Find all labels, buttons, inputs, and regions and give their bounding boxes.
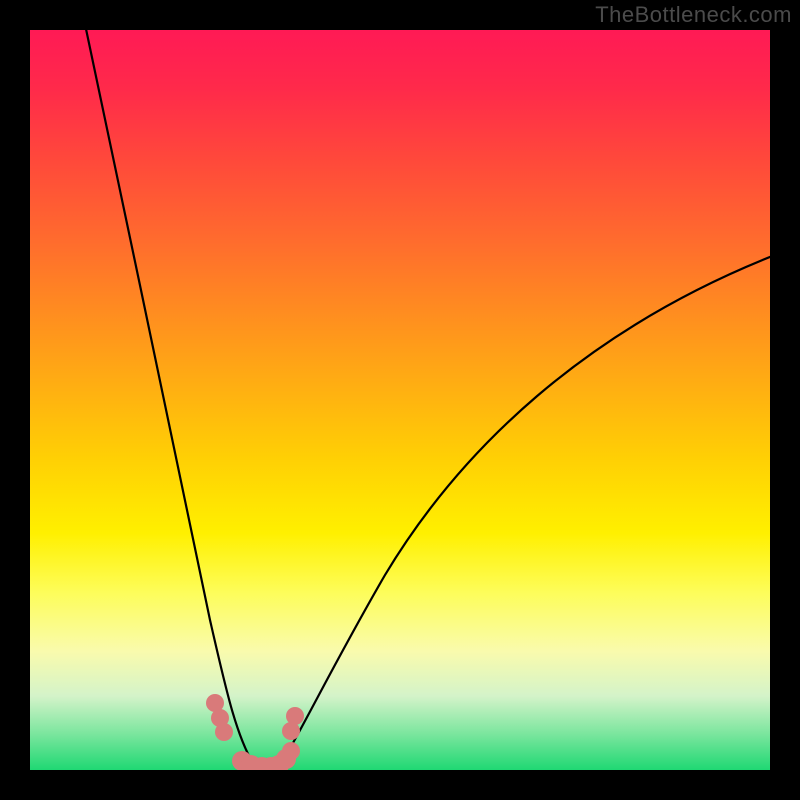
chart-stage: TheBottleneck.com — [0, 0, 800, 800]
left-curve — [82, 30, 256, 768]
watermark-credit: TheBottleneck.com — [595, 2, 792, 28]
curve-layer — [30, 30, 770, 770]
plot-area — [30, 30, 770, 770]
right-curve — [278, 255, 770, 768]
marker-dots — [206, 694, 304, 770]
